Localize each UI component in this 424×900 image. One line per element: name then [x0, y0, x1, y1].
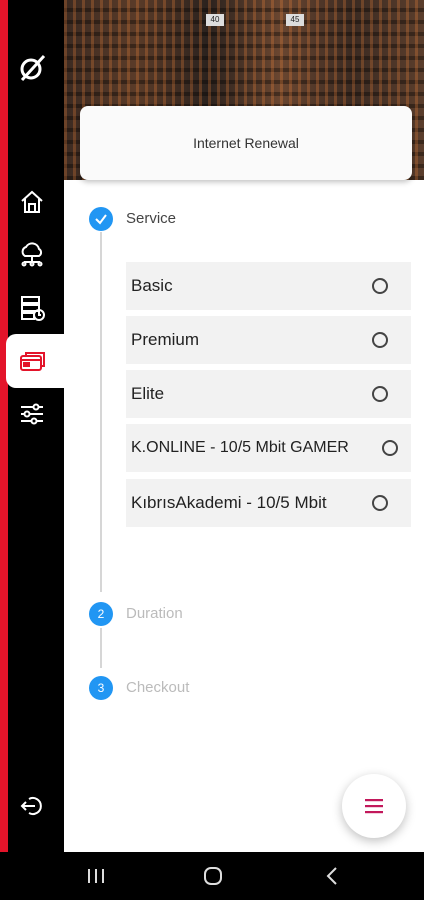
option-kibrisakademi[interactable]: KıbrısAkademi - 10/5 Mbit [126, 479, 411, 527]
server-clock-icon[interactable] [16, 292, 48, 324]
radio-button[interactable] [382, 440, 398, 456]
stepper-line [100, 628, 102, 668]
rack-tag: 45 [286, 14, 304, 26]
option-basic[interactable]: Basic [126, 262, 411, 310]
sliders-icon[interactable] [16, 398, 48, 430]
option-label: K.ONLINE - 10/5 Mbit GAMER [131, 439, 349, 456]
option-premium[interactable]: Premium [126, 316, 411, 364]
radio-button[interactable] [372, 332, 388, 348]
step-number-badge: 2 [89, 602, 113, 626]
home-icon[interactable] [16, 186, 48, 218]
recent-apps-icon[interactable] [80, 864, 112, 888]
cloud-network-icon[interactable] [16, 238, 48, 270]
logo-icon[interactable] [16, 52, 48, 84]
logout-icon[interactable] [16, 790, 48, 822]
page-title: Internet Renewal [80, 106, 412, 180]
step-label-checkout[interactable]: Checkout [126, 679, 189, 696]
step-label-duration[interactable]: Duration [126, 605, 183, 622]
menu-fab-button[interactable] [342, 774, 406, 838]
step-number-badge: 3 [89, 676, 113, 700]
rack-tag: 40 [206, 14, 224, 26]
menu-icon [365, 799, 383, 814]
home-nav-icon[interactable] [197, 864, 229, 888]
step-done-check-icon [89, 207, 113, 231]
option-label: KıbrısAkademi - 10/5 Mbit [131, 493, 327, 512]
option-konline-gamer[interactable]: K.ONLINE - 10/5 Mbit GAMER [126, 424, 411, 472]
option-elite[interactable]: Elite [126, 370, 411, 418]
system-nav-bar [0, 852, 424, 900]
back-icon[interactable] [316, 864, 348, 888]
radio-button[interactable] [372, 495, 388, 511]
option-label: Basic [131, 276, 173, 295]
step-label-service[interactable]: Service [126, 210, 176, 227]
stepper-line [100, 232, 102, 592]
sidebar-red-edge [0, 0, 8, 852]
option-label: Premium [131, 330, 200, 349]
radio-button[interactable] [372, 386, 388, 402]
option-label: Elite [131, 384, 165, 403]
payment-card-icon[interactable] [16, 346, 48, 378]
radio-button[interactable] [372, 278, 388, 294]
